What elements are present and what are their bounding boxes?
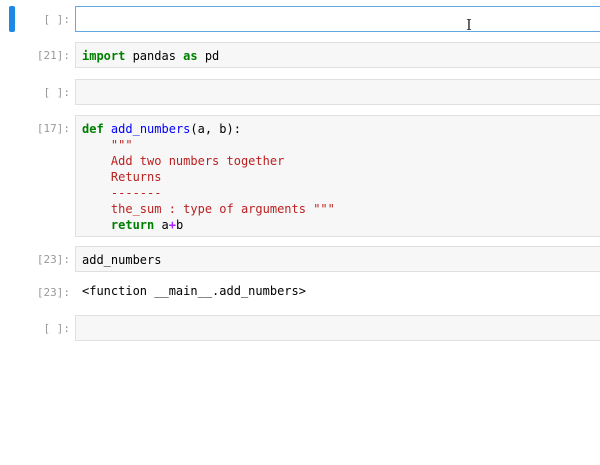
code-text: import pandas as pd — [76, 43, 600, 69]
docstring-line: """ — [82, 138, 133, 152]
docstring-line: ------- — [82, 186, 162, 200]
function-name: add_numbers — [110, 122, 191, 136]
operator: + — [168, 218, 176, 232]
text-cursor-icon: I — [466, 16, 472, 34]
cell-output: <function __main__.add_numbers> — [82, 284, 306, 298]
cell-prompt: [23]: — [36, 253, 70, 266]
code-cell: [ ]: — [0, 315, 600, 341]
output-prompt: [23]: — [36, 286, 70, 299]
code-text: def add_numbers(a, b): """ Add two numbe… — [76, 116, 600, 238]
cell-prompt: [ ]: — [43, 13, 71, 26]
code-token: (a, b): — [190, 122, 241, 136]
cell-input[interactable]: def add_numbers(a, b): """ Add two numbe… — [75, 115, 600, 237]
cell-input[interactable]: import pandas as pd — [75, 42, 600, 68]
docstring-line: Returns — [82, 170, 162, 184]
cell-prompt: [17]: — [36, 122, 70, 135]
code-cell: [21]: import pandas as pd — [0, 42, 600, 68]
code-cell: [ ]: — [0, 79, 600, 105]
code-cell-active: [ ]: I — [0, 6, 600, 34]
docstring-line: the_sum : type of arguments """ — [82, 202, 335, 216]
keyword: def — [82, 122, 104, 136]
cell-prompt: [ ]: — [43, 322, 71, 335]
cell-input[interactable]: add_numbers — [75, 246, 600, 272]
cell-prompt: [ ]: — [43, 86, 71, 99]
active-cell-indicator — [9, 6, 15, 32]
code-token: a — [154, 218, 169, 232]
code-cell: [23]: add_numbers [23]: <function __main… — [0, 246, 600, 306]
keyword: import — [82, 49, 126, 63]
cell-input[interactable] — [75, 79, 600, 105]
keyword: return — [110, 218, 155, 232]
keyword: as — [183, 49, 198, 63]
docstring-line: Add two numbers together — [82, 154, 285, 168]
cell-prompt: [21]: — [36, 49, 70, 62]
code-cell: [17]: def add_numbers(a, b): """ Add two… — [0, 115, 600, 237]
cell-input[interactable] — [75, 315, 600, 341]
code-token: b — [175, 218, 184, 232]
code-token: pandas — [125, 49, 184, 63]
cell-input[interactable]: I — [75, 6, 600, 34]
code-token: pd — [197, 49, 220, 63]
code-text: add_numbers — [82, 253, 162, 267]
